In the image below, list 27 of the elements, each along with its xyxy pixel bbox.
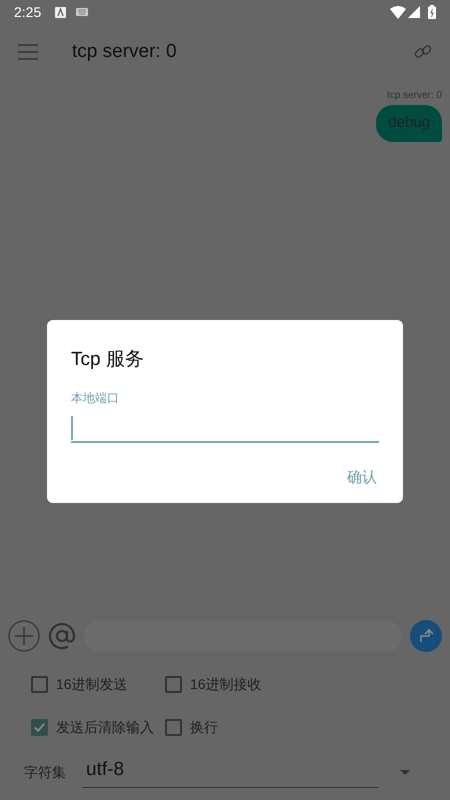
dropdown-icon[interactable]	[400, 770, 410, 774]
option-label: 16进制接收	[190, 675, 262, 694]
app-title: tcp server: 0	[72, 40, 177, 64]
signal-icon	[408, 6, 420, 18]
charset-select[interactable]: utf-8	[82, 756, 378, 788]
send-button[interactable]	[410, 620, 442, 652]
add-icon[interactable]	[8, 620, 40, 652]
checkbox[interactable]	[31, 719, 48, 736]
wifi-icon	[390, 6, 406, 18]
menu-icon[interactable]	[18, 44, 38, 60]
text-cursor	[71, 416, 73, 440]
app-notification-icon	[55, 6, 66, 18]
confirm-button[interactable]: 确认	[345, 466, 379, 489]
battery-icon	[428, 5, 436, 19]
check-icon	[33, 721, 46, 734]
clock: 2:25	[14, 2, 42, 22]
option-label: 换行	[190, 718, 218, 737]
checkbox[interactable]	[31, 676, 48, 693]
keyboard-icon	[76, 8, 88, 16]
dialog-title: Tcp 服务	[71, 348, 145, 372]
charset-label: 字符集	[24, 762, 66, 782]
option-label: 发送后清除输入	[56, 718, 154, 737]
checkbox[interactable]	[165, 719, 182, 736]
checkbox[interactable]	[165, 676, 182, 693]
option-label: 16进制发送	[56, 675, 128, 694]
field-label: 本地端口	[71, 390, 120, 406]
mention-icon[interactable]	[48, 622, 76, 650]
